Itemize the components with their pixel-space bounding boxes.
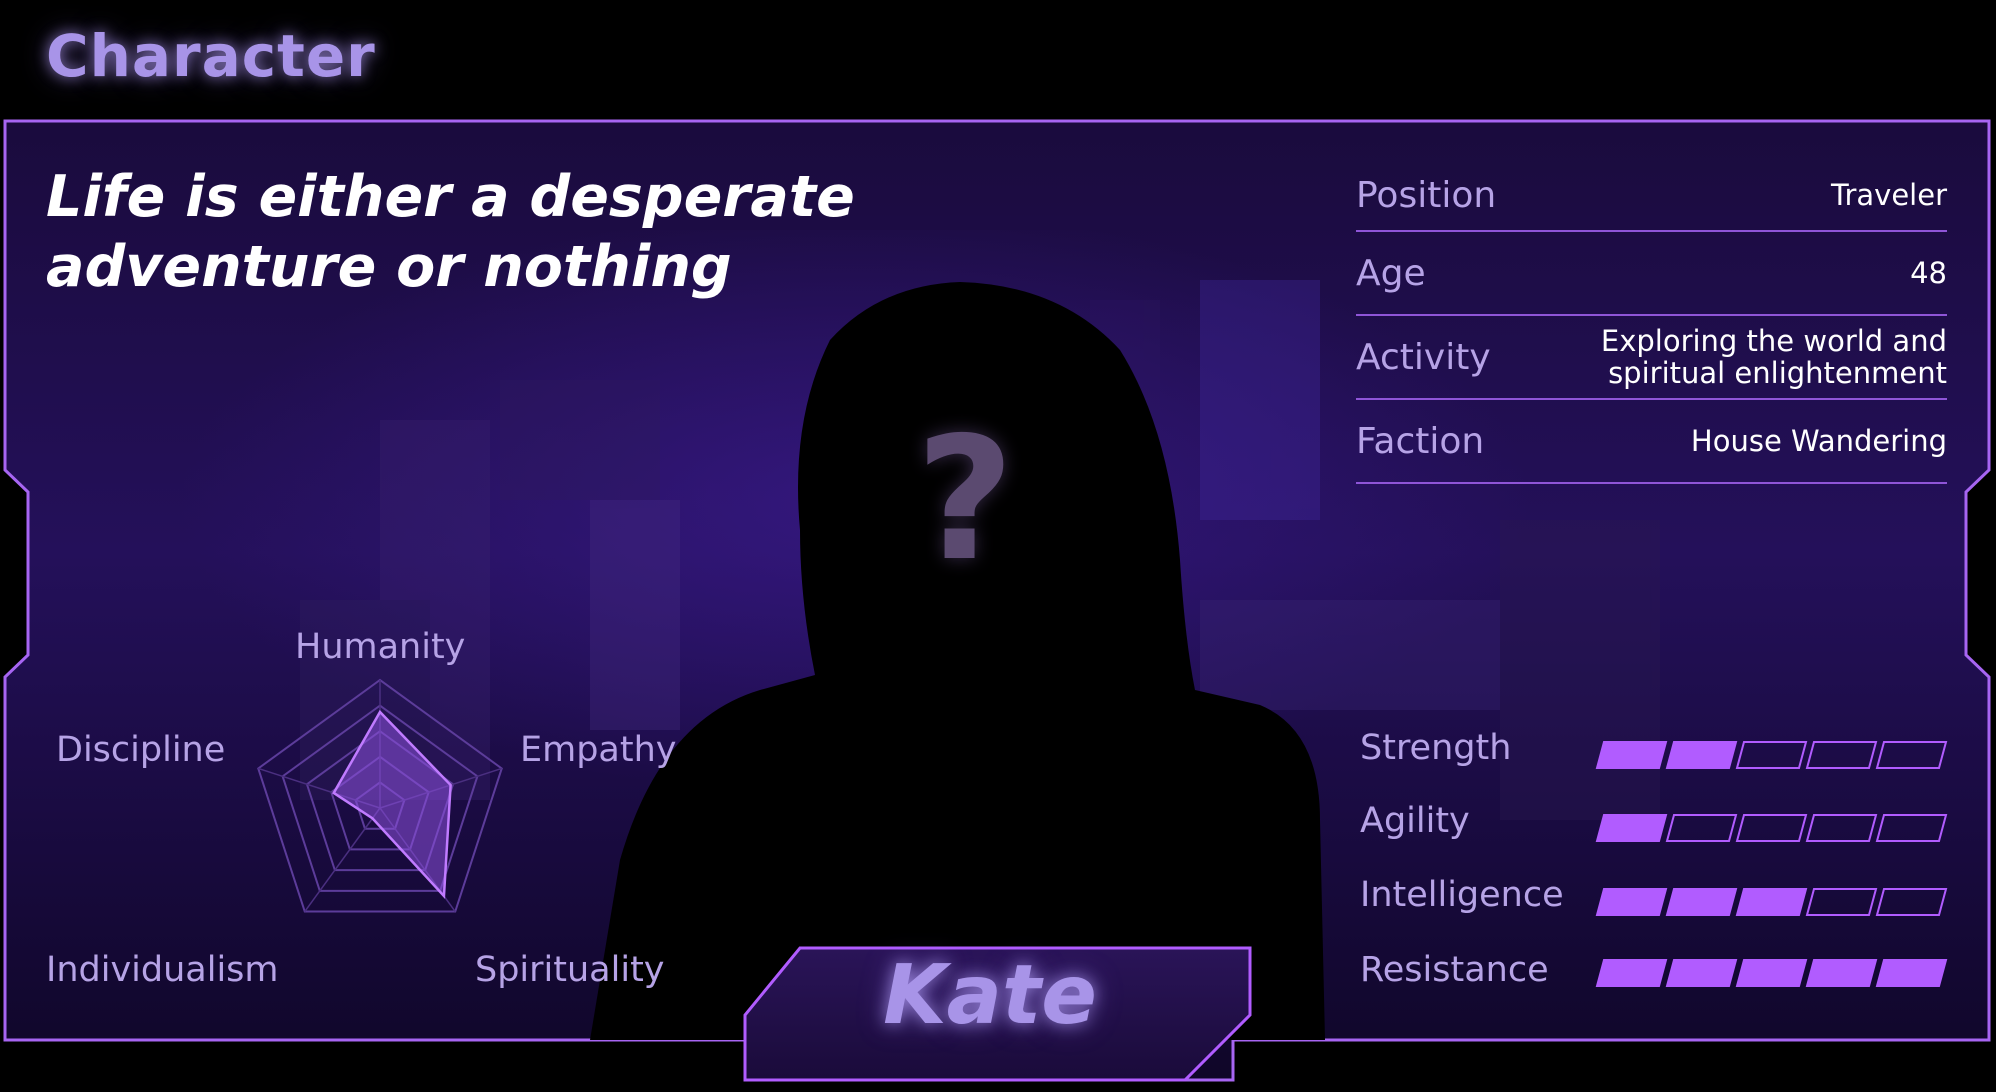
radar-label-empathy: Empathy — [520, 730, 677, 770]
radar-label-individualism: Individualism — [46, 950, 279, 990]
info-row-position: Position Traveler — [1356, 160, 1947, 232]
stat-segment-filled — [1735, 959, 1808, 987]
info-row-age: Age 48 — [1356, 232, 1947, 316]
stat-label-intelligence: Intelligence — [1360, 875, 1564, 915]
radar-label-spirituality: Spirituality — [475, 950, 665, 990]
stat-label-agility: Agility — [1360, 801, 1470, 841]
page-title: Character — [46, 22, 376, 90]
stat-segment-filled — [1735, 888, 1808, 916]
info-value: 48 — [1910, 256, 1947, 290]
quote-line-2: adventure or nothing — [46, 234, 732, 300]
stat-label-strength: Strength — [1360, 728, 1512, 768]
info-label: Position — [1356, 174, 1497, 216]
quote-line-1: Life is either a desperate — [46, 164, 855, 230]
info-row-faction: Faction House Wandering — [1356, 400, 1947, 484]
stat-segment-filled — [1805, 959, 1878, 987]
info-label: Age — [1356, 252, 1426, 294]
info-value-line-1: Exploring the world and — [1600, 324, 1947, 358]
stat-segment-filled — [1875, 959, 1948, 987]
info-value: House Wandering — [1690, 424, 1947, 458]
info-label: Faction — [1356, 420, 1485, 462]
stat-segment-filled — [1595, 959, 1668, 987]
character-quote: Life is either a desperate adventure or … — [46, 162, 906, 302]
radar-label-humanity: Humanity — [295, 627, 466, 667]
character-name: Kate — [883, 948, 1097, 1043]
info-value-line-2: spiritual enlightenment — [1608, 356, 1947, 390]
stat-segment-filled — [1595, 741, 1668, 769]
stat-segment-filled — [1665, 959, 1738, 987]
info-value: Exploring the world and spiritual enligh… — [1601, 325, 1947, 389]
info-label: Activity — [1356, 336, 1491, 378]
stat-segment-filled — [1595, 888, 1668, 916]
stat-label-resistance: Resistance — [1360, 950, 1549, 990]
info-row-activity: Activity Exploring the world and spiritu… — [1356, 316, 1947, 400]
info-value: Traveler — [1831, 178, 1947, 212]
stat-segment-filled — [1665, 888, 1738, 916]
stat-segment-filled — [1665, 741, 1738, 769]
unknown-portrait-icon: ? — [915, 401, 1015, 599]
stat-segment-filled — [1595, 814, 1668, 842]
radar-label-discipline: Discipline — [56, 730, 226, 770]
